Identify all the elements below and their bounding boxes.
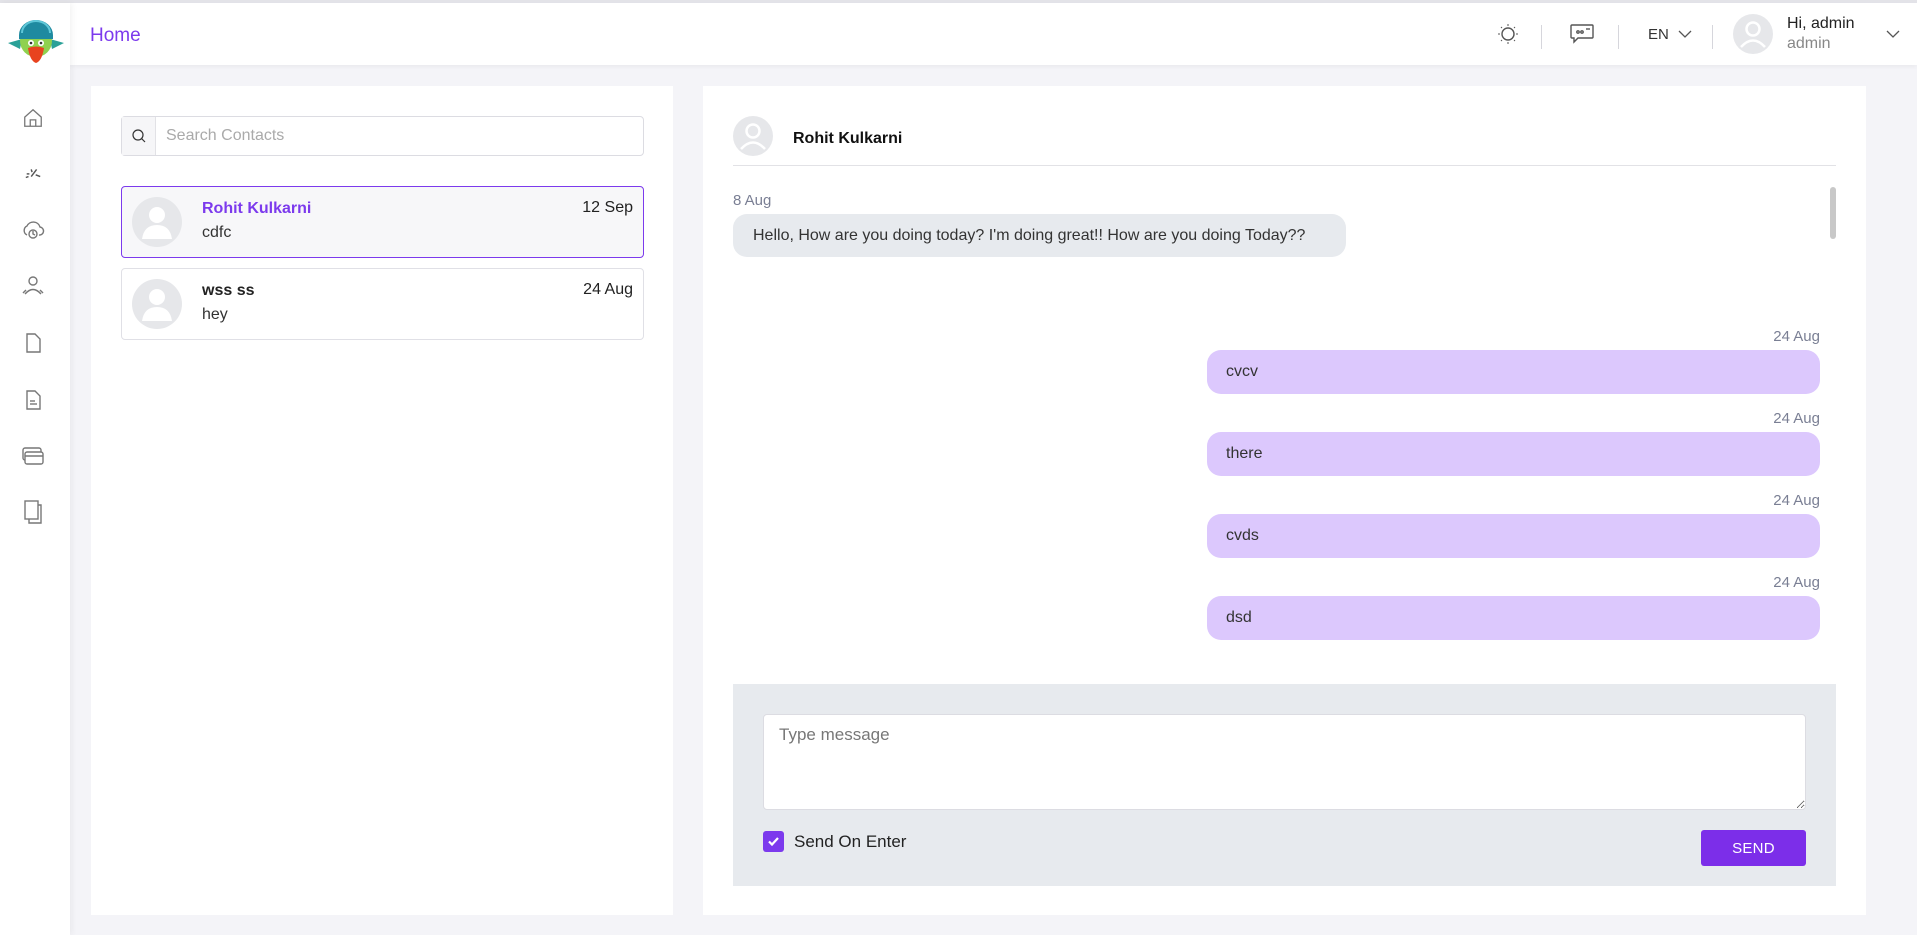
header-divider — [1712, 25, 1713, 49]
user-role: admin — [1787, 35, 1831, 52]
sidebar-item-report[interactable] — [18, 385, 48, 415]
chat-header: Rohit Kulkarni — [733, 116, 1836, 166]
contact-name: Rohit Kulkarni — [202, 200, 312, 217]
parrot-mascot-logo[interactable] — [6, 15, 66, 65]
send-on-enter-label: Send On Enter — [794, 831, 907, 851]
header-divider — [1618, 25, 1619, 49]
contact-list-item[interactable]: Rohit Kulkarni cdfc 12 Sep — [121, 186, 644, 258]
checkmark-icon — [768, 837, 779, 847]
sidebar-item-payments[interactable] — [18, 441, 48, 471]
user-menu[interactable]: Hi, admin admin — [1733, 3, 1901, 65]
contacts-panel: Rohit Kulkarni cdfc 12 Sep wss ss hey 24… — [91, 86, 673, 915]
chat-contact-name: Rohit Kulkarni — [793, 130, 903, 147]
sidebar-item-home[interactable] — [18, 103, 48, 133]
sidebar-item-users[interactable] — [18, 271, 48, 301]
search-contacts-input[interactable] — [156, 117, 643, 155]
copy-icon — [24, 500, 42, 524]
search-icon — [122, 117, 156, 155]
send-button[interactable]: SEND — [1701, 830, 1806, 866]
user-group-icon — [22, 276, 44, 295]
sparkle-tools-icon — [25, 168, 41, 179]
outgoing-message: cvcv — [1207, 350, 1820, 394]
avatar — [1733, 14, 1773, 54]
message-input[interactable] — [763, 714, 1806, 810]
outgoing-message: there — [1207, 432, 1820, 476]
contact-list-item[interactable]: wss ss hey 24 Aug — [121, 268, 644, 340]
sidebar-item-cloud[interactable] — [18, 215, 48, 245]
send-on-enter-toggle[interactable]: Send On Enter — [763, 831, 906, 852]
breadcrumb-home[interactable]: Home — [90, 25, 141, 47]
send-on-enter-checkbox[interactable] — [763, 831, 784, 852]
message-date: 24 Aug — [1773, 492, 1820, 509]
chat-contact-avatar — [733, 116, 773, 156]
chat-panel: Rohit Kulkarni 8 Aug Hello, How are you … — [703, 86, 1866, 915]
language-selector[interactable]: EN — [1648, 3, 1693, 65]
language-label: EN — [1648, 25, 1669, 43]
cloud-sync-icon — [23, 221, 45, 239]
outgoing-message-item: 24 Aug cvds — [1207, 492, 1820, 558]
message-list: 8 Aug Hello, How are you doing today? I'… — [733, 186, 1836, 656]
contact-last-message: hey — [202, 306, 228, 323]
chevron-down-icon — [1886, 30, 1900, 38]
outgoing-message: dsd — [1207, 596, 1820, 640]
outgoing-message-item: 24 Aug cvcv — [1207, 328, 1820, 394]
contact-name: wss ss — [202, 282, 255, 299]
message-date: 24 Aug — [1773, 328, 1820, 345]
outgoing-message-item: 24 Aug dsd — [1207, 574, 1820, 640]
outgoing-message-item: 24 Aug there — [1207, 410, 1820, 476]
incoming-message: Hello, How are you doing today? I'm doin… — [733, 214, 1346, 257]
contact-date: 24 Aug — [583, 281, 633, 298]
search-contacts-box — [121, 116, 644, 156]
top-header: Home EN Hi, admin admin — [70, 3, 1917, 65]
chat-bubble-icon — [1570, 24, 1594, 44]
chat-button[interactable] — [1562, 3, 1602, 65]
file-icon — [26, 333, 41, 353]
chevron-down-icon — [1678, 30, 1692, 38]
message-list-scrollbar[interactable] — [1830, 187, 1836, 239]
contact-avatar — [132, 197, 182, 247]
message-composer: Send On Enter SEND — [733, 684, 1836, 886]
user-greeting: Hi, admin — [1787, 15, 1855, 32]
sidebar-item-copies[interactable] — [18, 497, 48, 527]
contact-avatar — [132, 279, 182, 329]
message-date: 24 Aug — [1773, 410, 1820, 427]
sidebar — [0, 3, 70, 935]
file-text-icon — [26, 390, 41, 410]
message-date: 8 Aug — [733, 192, 772, 209]
contact-date: 12 Sep — [582, 199, 633, 216]
header-divider — [1541, 25, 1542, 49]
sidebar-item-document[interactable] — [18, 328, 48, 358]
message-date: 24 Aug — [1773, 574, 1820, 591]
credit-card-icon — [22, 447, 44, 465]
home-icon — [24, 108, 42, 127]
outgoing-message: cvds — [1207, 514, 1820, 558]
sidebar-item-tools[interactable] — [18, 158, 48, 188]
theme-toggle-button[interactable] — [1488, 3, 1528, 65]
contact-last-message: cdfc — [202, 224, 232, 241]
sun-icon — [1498, 24, 1518, 44]
